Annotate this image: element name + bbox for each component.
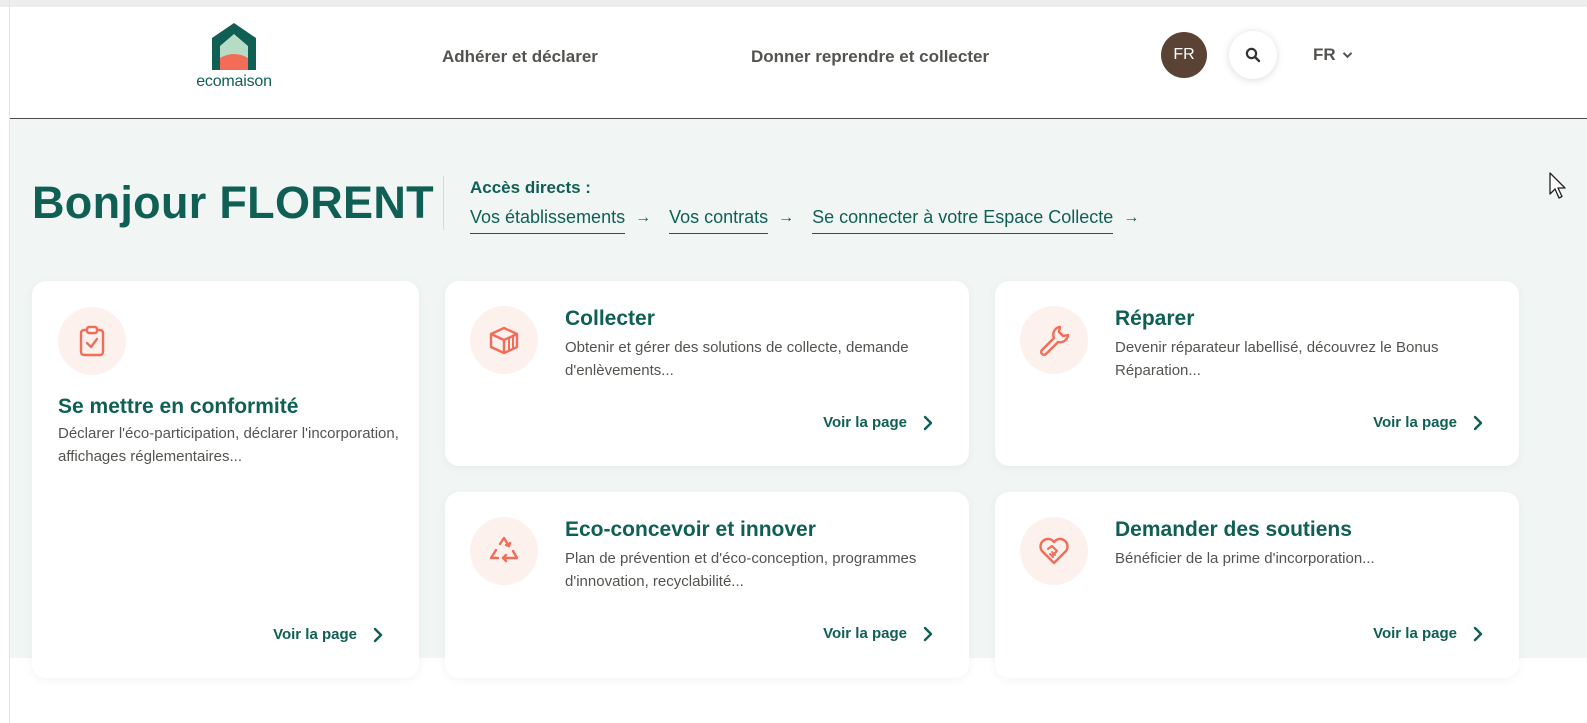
chevron-right-icon — [1473, 415, 1483, 430]
chevron-right-icon — [923, 415, 933, 430]
language-selector[interactable]: FR — [1313, 45, 1353, 65]
link-label: Vos établissements — [470, 207, 626, 234]
chevron-right-icon — [1473, 626, 1483, 641]
card-title: Réparer — [1115, 307, 1195, 330]
language-label: FR — [1313, 45, 1336, 64]
chevron-right-icon — [373, 627, 383, 642]
voir-la-page-link[interactable]: Voir la page — [273, 626, 383, 643]
link-contrats[interactable]: Vos contrats → — [669, 207, 794, 234]
voir-la-page-link[interactable]: Voir la page — [1373, 414, 1483, 431]
vertical-divider — [443, 176, 444, 230]
wrench-icon — [1039, 325, 1070, 357]
nav-adherer-declarer[interactable]: Adhérer et déclarer — [442, 47, 598, 67]
logo-text: ecomaison — [196, 73, 272, 90]
chevron-right-icon — [923, 626, 933, 641]
card-reparer[interactable]: Réparer Devenir réparateur labellisé, dé… — [995, 281, 1519, 466]
page-title: Bonjour FLORENT — [32, 177, 434, 228]
voir-la-page-link[interactable]: Voir la page — [823, 414, 933, 431]
access-links: Vos établissements → Vos contrats → Se c… — [470, 207, 1139, 234]
link-label: Se connecter à votre Espace Collecte — [812, 207, 1114, 234]
card-title: Eco-concevoir et innover — [565, 518, 816, 541]
link-label: Voir la page — [823, 414, 907, 431]
nav-donner-reprendre-collecter[interactable]: Donner reprendre et collecter — [751, 47, 989, 67]
link-label: Voir la page — [823, 625, 907, 642]
card-description: Bénéficier de la prime d'incorporation..… — [1115, 550, 1375, 567]
link-label: Voir la page — [1373, 625, 1457, 642]
access-title: Accès directs : — [470, 178, 591, 197]
clipboard-check-icon — [79, 325, 105, 357]
card-title: Demander des soutiens — [1115, 518, 1352, 541]
card-description: Déclarer l'éco-participation, déclarer l… — [58, 425, 399, 465]
browser-top-edge — [0, 0, 1587, 7]
icon-badge — [470, 517, 538, 585]
card-eco-concevoir[interactable]: Eco-concevoir et innover Plan de prévent… — [445, 492, 969, 678]
icon-badge — [470, 306, 538, 374]
search-button[interactable] — [1229, 31, 1277, 79]
icon-badge — [1020, 517, 1088, 585]
link-label: Voir la page — [273, 626, 357, 643]
link-etablissements[interactable]: Vos établissements → — [470, 207, 651, 234]
voir-la-page-link[interactable]: Voir la page — [823, 625, 933, 642]
arrow-right-icon: → — [1123, 209, 1140, 226]
card-conformite[interactable]: Se mettre en conformité Déclarer l'éco-p… — [32, 281, 419, 678]
link-label: Vos contrats — [669, 207, 769, 234]
card-title: Collecter — [565, 307, 655, 330]
heart-handshake-icon — [1039, 537, 1069, 565]
voir-la-page-link[interactable]: Voir la page — [1373, 625, 1483, 642]
link-label: Voir la page — [1373, 414, 1457, 431]
mouse-cursor-icon — [1549, 172, 1566, 199]
icon-badge — [1020, 306, 1088, 374]
arrow-right-icon: → — [635, 209, 652, 226]
site-header: ecomaison Adhérer et déclarer Donner rep… — [10, 7, 1587, 119]
user-avatar[interactable]: FR — [1161, 32, 1207, 78]
box-icon — [489, 326, 519, 355]
card-collecter[interactable]: Collecter Obtenir et gérer des solutions… — [445, 281, 969, 466]
arrow-right-icon: → — [778, 209, 795, 226]
card-description: Plan de prévention et d'éco-conception, … — [565, 550, 917, 590]
search-icon — [1245, 47, 1261, 63]
link-espace-collecte[interactable]: Se connecter à votre Espace Collecte → — [812, 207, 1139, 234]
house-logo-icon — [212, 23, 256, 70]
card-description: Obtenir et gérer des solutions de collec… — [565, 339, 909, 379]
recycle-icon — [489, 536, 519, 563]
ecomaison-logo[interactable]: ecomaison — [188, 22, 280, 102]
card-description: Devenir réparateur labellisé, découvrez … — [1115, 339, 1439, 379]
card-title: Se mettre en conformité — [58, 395, 299, 418]
icon-badge — [58, 307, 126, 375]
chevron-down-icon — [1342, 52, 1352, 59]
card-demander-soutiens[interactable]: Demander des soutiens Bénéficier de la p… — [995, 492, 1519, 678]
